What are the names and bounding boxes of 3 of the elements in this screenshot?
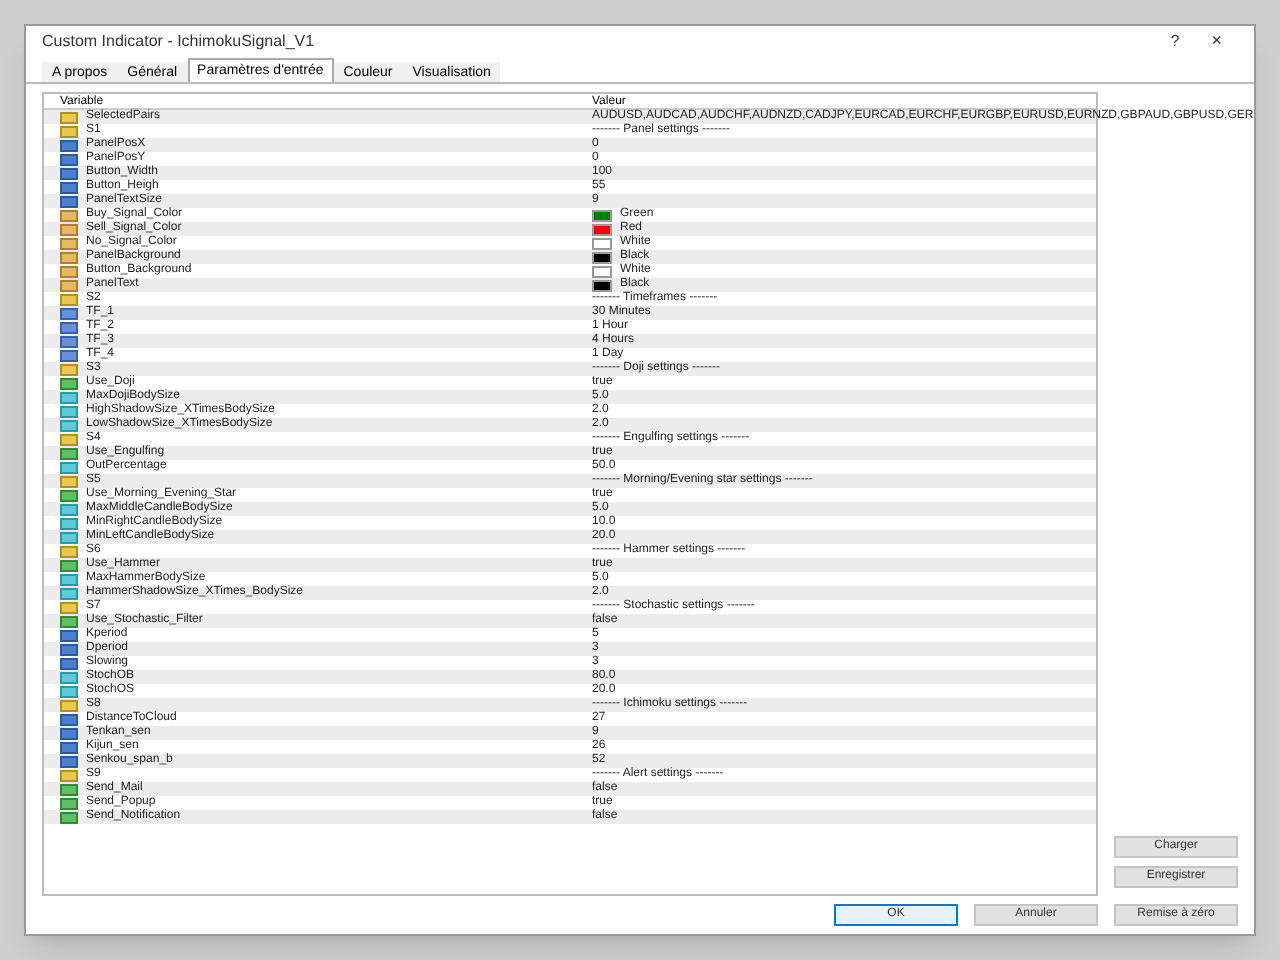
window-title: Custom Indicator - IchimokuSignal_V1 [42, 30, 317, 54]
help-button[interactable]: ? [1154, 30, 1196, 54]
close-button[interactable]: × [1195, 28, 1238, 56]
